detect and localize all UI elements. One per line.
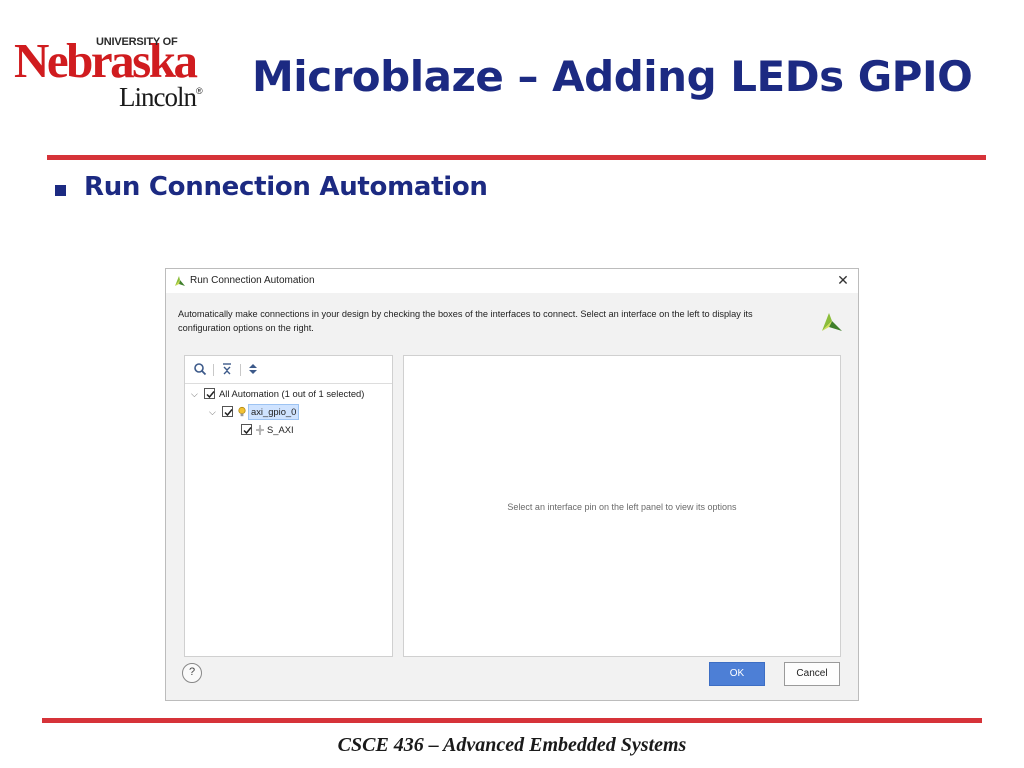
close-icon[interactable]: ✕ (834, 271, 852, 289)
dialog-titlebar: Run Connection Automation ✕ (166, 269, 858, 293)
interfaces-tree-panel: ⌵ All Automation (1 out of 1 selected) ⌵… (184, 355, 393, 657)
options-hint: Select an interface pin on the left pane… (507, 502, 737, 512)
s-axi-checkbox[interactable] (241, 424, 252, 435)
expand-all-icon[interactable] (245, 362, 261, 378)
footer-course-title: CSCE 436 – Advanced Embedded Systems (337, 734, 687, 756)
vivado-brand-icon (822, 313, 842, 331)
logo-registered-mark: ® (196, 86, 203, 96)
title-divider (47, 155, 986, 160)
chevron-down-icon[interactable]: ⌵ (209, 407, 219, 417)
tree-item-label-selected: axi_gpio_0 (248, 404, 300, 420)
run-connection-automation-dialog: Run Connection Automation ✕ Automaticall… (165, 268, 859, 701)
toolbar-separator (213, 364, 214, 376)
interface-pin-icon (256, 425, 264, 435)
collapse-all-icon[interactable] (219, 362, 235, 378)
ok-button[interactable]: OK (709, 662, 765, 686)
university-logo: Nebraska UNIVERSITY OF Lincoln ® (14, 34, 214, 114)
chevron-down-icon[interactable]: ⌵ (191, 389, 201, 399)
dialog-title: Run Connection Automation (190, 275, 315, 286)
tree-item-s-axi[interactable]: S_AXI (185, 422, 392, 440)
slide-title: Microblaze – Adding LEDs GPIO (252, 52, 973, 101)
tree-item-label: All Automation (1 out of 1 selected) (219, 388, 365, 399)
tree-item-label: S_AXI (267, 424, 294, 435)
logo-lincoln: Lincoln (119, 82, 197, 112)
search-icon[interactable] (192, 362, 208, 378)
tree-item-all-automation[interactable]: ⌵ All Automation (1 out of 1 selected) (185, 386, 392, 404)
bullet-text: Run Connection Automation (84, 172, 488, 202)
tree-toolbar (185, 356, 392, 384)
ip-bulb-icon (238, 406, 246, 417)
help-button[interactable]: ? (182, 663, 202, 683)
toolbar-separator (240, 364, 241, 376)
bullet-square-icon (55, 185, 66, 196)
options-panel: Select an interface pin on the left pane… (403, 355, 841, 657)
dialog-description: Automatically make connections in your d… (178, 309, 753, 333)
footer-divider (42, 718, 982, 723)
all-automation-checkbox[interactable] (204, 388, 215, 399)
cancel-button[interactable]: Cancel (784, 662, 840, 686)
axi-gpio-0-checkbox[interactable] (222, 406, 233, 417)
vivado-app-icon (175, 276, 185, 286)
logo-university-of: UNIVERSITY OF (96, 36, 178, 48)
tree-item-axi-gpio-0[interactable]: ⌵ axi_gpio_0 (185, 404, 392, 422)
